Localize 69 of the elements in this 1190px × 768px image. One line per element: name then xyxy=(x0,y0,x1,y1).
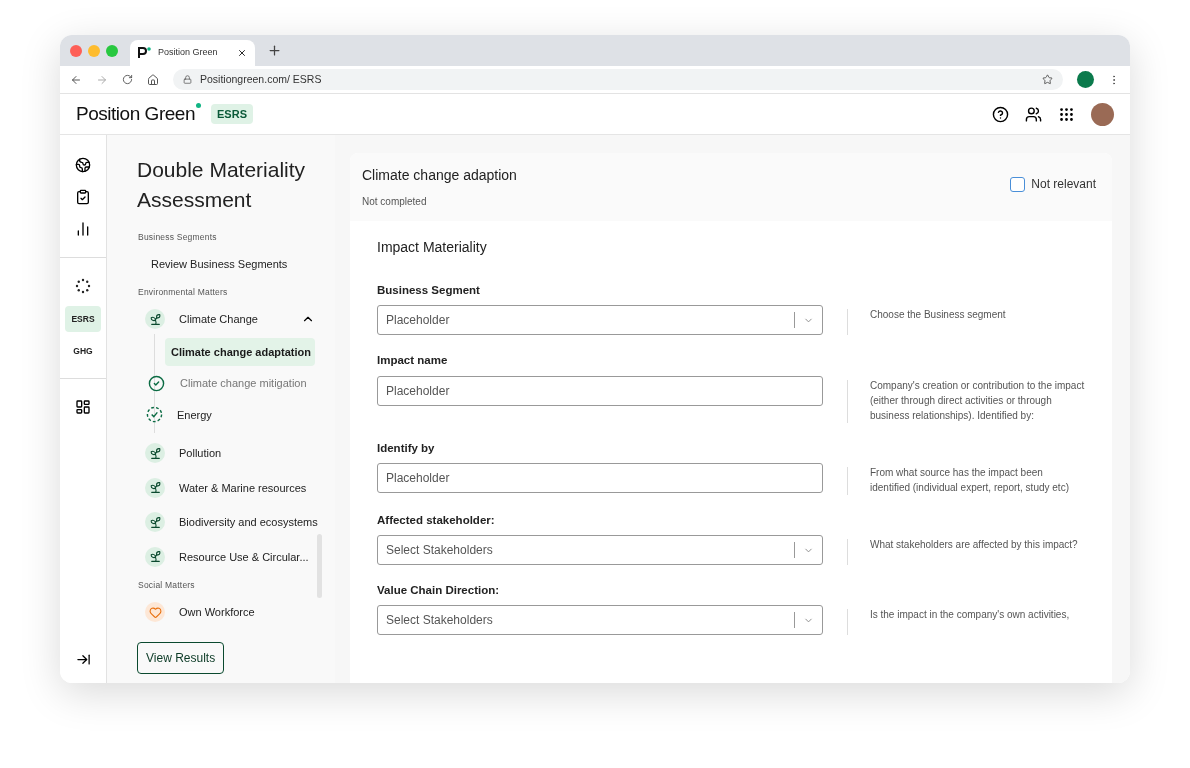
field-hint: Is the impact in the company's own activities, xyxy=(869,608,1071,623)
sprout-icon xyxy=(145,512,165,533)
page-title: Double Materiality Assessment xyxy=(137,157,307,213)
tab-title: Position Green xyxy=(158,46,219,60)
lock-icon xyxy=(183,75,192,84)
dotted-circle-icon[interactable] xyxy=(75,278,91,294)
new-tab-icon[interactable] xyxy=(267,43,282,58)
sprout-icon xyxy=(145,546,165,567)
nav-item[interactable]: Resource Use & Circular... xyxy=(173,542,315,571)
collapse-icon[interactable] xyxy=(75,652,91,667)
star-icon[interactable] xyxy=(1042,74,1053,85)
panel-title: Climate change adaption xyxy=(362,166,517,185)
profile-avatar[interactable] xyxy=(1077,71,1094,88)
nav-item[interactable]: Pollution xyxy=(173,439,228,468)
clipboard-check-icon[interactable] xyxy=(75,189,91,205)
field-label: Business Segment xyxy=(377,283,481,298)
browser-tab[interactable]: Position Green xyxy=(130,40,255,66)
checkbox-label: Not relevant xyxy=(1031,176,1096,193)
nav-item[interactable]: Energy xyxy=(171,400,218,429)
dashed-check-circle-icon xyxy=(146,406,163,424)
bar-chart-icon[interactable] xyxy=(75,221,91,237)
input-field[interactable]: Placeholder xyxy=(377,462,823,493)
view-results-button[interactable]: View Results xyxy=(137,642,225,675)
status-text: Not completed xyxy=(362,195,428,209)
field-hint: Choose the Business segment xyxy=(869,308,1007,323)
sprout-icon xyxy=(145,443,165,464)
nav-item[interactable]: Climate change mitigation xyxy=(174,369,313,398)
not-relevant-checkbox[interactable] xyxy=(1010,176,1026,192)
module-tab[interactable]: ESRS xyxy=(65,306,101,332)
product-badge: ESRS xyxy=(211,103,253,125)
nav-item[interactable]: Review Business Segments xyxy=(145,249,294,279)
select-field[interactable]: Select Stakeholders xyxy=(377,535,823,565)
back-icon[interactable] xyxy=(70,73,82,86)
nav-item[interactable]: Climate change adaptation xyxy=(165,337,315,366)
globe-icon[interactable] xyxy=(75,157,91,173)
close-icon[interactable] xyxy=(237,48,247,58)
field-label: Impact name xyxy=(377,353,449,369)
field-label: Identify by xyxy=(377,440,436,456)
logo: Position Green xyxy=(76,99,202,129)
field-hint: From what source has the impact been identified (individual expert, report, study etc) xyxy=(869,465,1070,495)
nav-item[interactable]: Biodiversity and ecosystems xyxy=(173,508,324,537)
reload-icon[interactable] xyxy=(122,74,133,85)
field-label: Affected stakeholder: xyxy=(377,512,496,528)
section-title: Impact Materiality xyxy=(377,238,488,257)
logo-icon xyxy=(138,47,152,59)
help-icon[interactable] xyxy=(992,105,1009,123)
sprout-icon xyxy=(145,477,165,498)
field-hint: Company's creation or contribution to the impact (either through direct activities or through business relationships). Identified by: xyxy=(869,378,1085,423)
user-avatar[interactable] xyxy=(1091,102,1114,126)
field-hint: What stakeholders are affected by this impact? xyxy=(869,538,1079,552)
module-tab[interactable]: GHG xyxy=(65,338,101,364)
nav-item[interactable]: Climate Change xyxy=(173,305,264,334)
section-heading: Business Segments xyxy=(138,231,218,244)
url-text: Positiongreen.com/ ESRS xyxy=(200,71,323,87)
select-field[interactable]: Select Stakeholders xyxy=(377,605,823,636)
nav-item[interactable]: Water & Marine resources xyxy=(173,473,313,502)
address-field[interactable]: Positiongreen.com/ ESRS xyxy=(173,69,1063,90)
layout-icon[interactable] xyxy=(75,399,91,415)
nav-item[interactable]: Own Workforce xyxy=(173,597,261,627)
home-icon[interactable] xyxy=(147,73,159,86)
section-heading: Social Matters xyxy=(138,579,196,592)
input-field[interactable]: Placeholder xyxy=(377,375,823,406)
check-circle-icon xyxy=(146,373,166,394)
people-icon[interactable] xyxy=(1025,105,1042,123)
select-field[interactable]: Placeholder xyxy=(377,305,823,336)
apps-grid-icon[interactable] xyxy=(1058,105,1075,123)
section-heading: Environmental Matters xyxy=(138,286,229,299)
sprout-icon xyxy=(145,309,165,330)
field-label: Value Chain Direction: xyxy=(377,583,501,598)
